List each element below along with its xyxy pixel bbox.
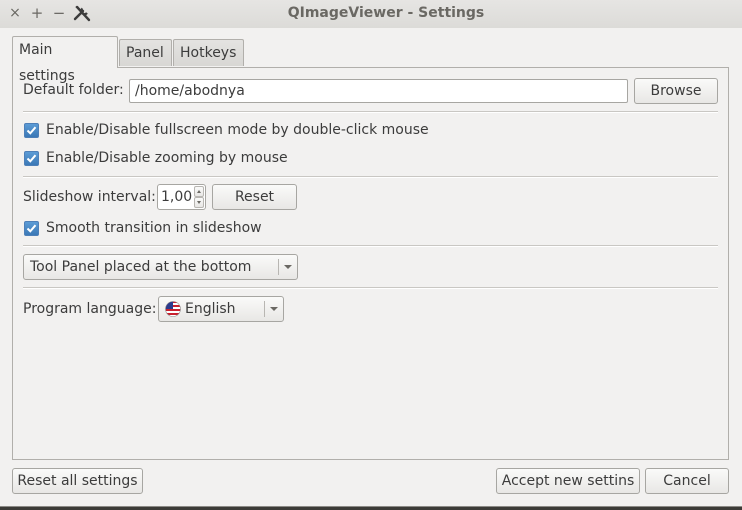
checkmark-icon: [26, 154, 37, 163]
title-bar: × + − QImageViewer - Settings: [0, 0, 742, 28]
language-combobox[interactable]: English: [158, 296, 284, 322]
spin-down-icon[interactable]: [194, 197, 204, 208]
chevron-down-icon: [270, 307, 278, 311]
tab-main-settings[interactable]: Main settings: [12, 36, 118, 84]
panel-position-combobox[interactable]: Tool Panel placed at the bottom: [23, 254, 298, 280]
separator: [23, 287, 718, 289]
fullscreen-checkbox[interactable]: [24, 123, 39, 138]
slideshow-interval-label: Slideshow interval:: [23, 189, 156, 205]
fullscreen-checkbox-label[interactable]: Enable/Disable fullscreen mode by double…: [46, 122, 429, 138]
program-language-label: Program language:: [23, 301, 157, 317]
zoom-checkbox[interactable]: [24, 151, 39, 166]
slideshow-interval-spinbox[interactable]: 1,00: [157, 184, 206, 210]
tab-hotkeys[interactable]: Hotkeys: [173, 39, 244, 66]
us-flag-icon: [165, 301, 181, 317]
window-title: QImageViewer - Settings: [287, 5, 485, 21]
settings-window: × + − QImageViewer - Settings Main setti…: [0, 0, 742, 507]
smooth-transition-label[interactable]: Smooth transition in slideshow: [46, 220, 262, 236]
language-value: English: [185, 301, 236, 317]
panel-position-value: Tool Panel placed at the bottom: [30, 259, 252, 275]
tab-panel[interactable]: Panel: [119, 39, 172, 66]
combo-divider: [264, 301, 265, 317]
separator: [23, 176, 718, 178]
accept-settings-button[interactable]: Accept new settins: [496, 468, 640, 494]
checkmark-icon: [26, 126, 37, 135]
browse-button[interactable]: Browse: [634, 78, 718, 104]
chevron-down-icon: [284, 265, 292, 269]
zoom-checkbox-label[interactable]: Enable/Disable zooming by mouse: [46, 150, 288, 166]
cancel-button[interactable]: Cancel: [645, 468, 729, 494]
slideshow-interval-value: 1,00: [161, 189, 193, 205]
reset-interval-button[interactable]: Reset: [212, 184, 297, 210]
checkmark-icon: [26, 224, 37, 233]
combo-divider: [278, 259, 279, 275]
separator: [23, 245, 718, 247]
separator: [23, 111, 718, 113]
spin-up-icon[interactable]: [194, 186, 204, 197]
default-folder-input[interactable]: /home/abodnya: [129, 79, 628, 103]
smooth-transition-checkbox[interactable]: [24, 221, 39, 236]
reset-all-settings-button[interactable]: Reset all settings: [12, 468, 143, 494]
